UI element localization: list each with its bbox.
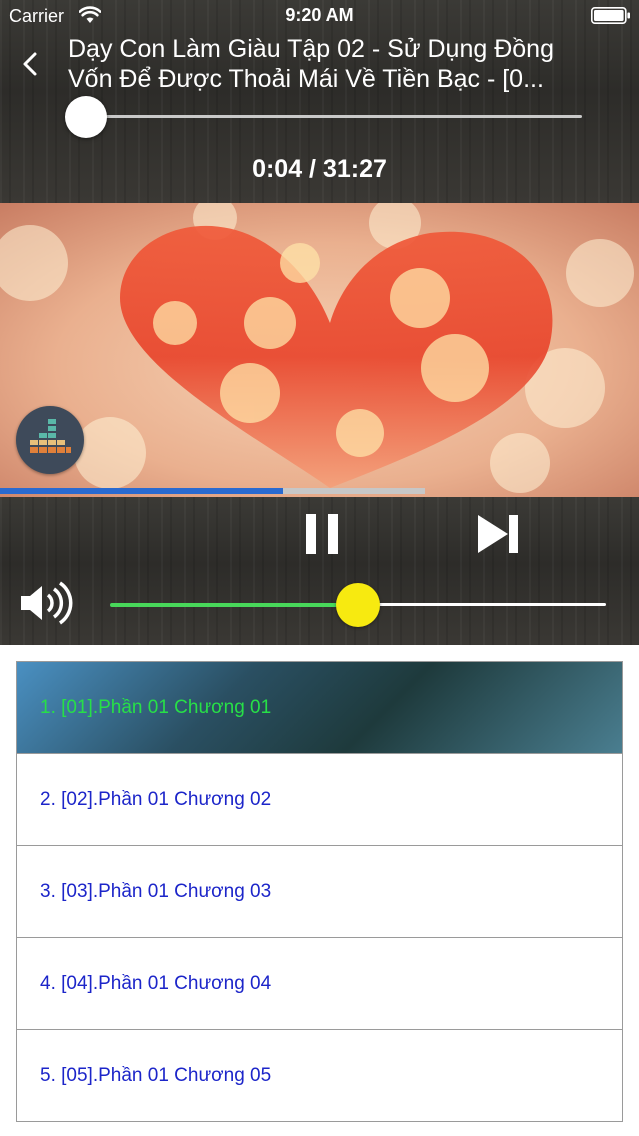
playlist-item-label: 4. [04].Phần 01 Chương 04 — [40, 973, 272, 994]
skip-next-button[interactable] — [476, 513, 522, 555]
track-title-line-2: Vốn Để Được Thoải Mái Về Tiền Bạc - [0..… — [68, 65, 544, 93]
seek-slider[interactable] — [86, 115, 582, 118]
playlist-item[interactable]: 1. [01].Phần 01 Chương 01 — [16, 661, 623, 754]
speaker-icon — [21, 581, 73, 625]
playlist-item[interactable]: 2. [02].Phần 01 Chương 02 — [16, 754, 623, 846]
time-readout: 0:04 / 31:27 — [252, 155, 387, 183]
status-time: 9:20 AM — [285, 5, 354, 25]
equalizer-icon — [30, 419, 71, 453]
playlist-item-label: 1. [01].Phần 01 Chương 01 — [40, 697, 272, 718]
seek-slider-knob[interactable] — [65, 96, 107, 138]
volume-slider-filled[interactable] — [110, 603, 358, 607]
track-title-line-1: Dạy Con Làm Giàu Tập 02 - Sử Dụng Đồng — [68, 35, 554, 63]
playlist: 1. [01].Phần 01 Chương 01 2. [02].Phần 0… — [16, 661, 623, 1122]
playlist-item[interactable]: 5. [05].Phần 01 Chương 05 — [16, 1030, 623, 1122]
buffer-progress-fill — [0, 488, 283, 494]
pause-button[interactable] — [303, 512, 341, 556]
equalizer-button[interactable] — [16, 406, 84, 474]
back-icon[interactable] — [18, 50, 42, 78]
status-bar: Carrier 9:20 AM — [0, 0, 639, 32]
volume-slider-knob[interactable] — [336, 583, 380, 627]
battery-icon — [591, 7, 630, 24]
playlist-item-label: 5. [05].Phần 01 Chương 05 — [40, 1065, 272, 1086]
track-title: Dạy Con Làm Giàu Tập 02 - Sử Dụng Đồng V… — [68, 34, 588, 94]
playlist-item-label: 2. [02].Phần 01 Chương 02 — [40, 789, 272, 810]
album-artwork — [0, 203, 639, 497]
playlist-item-label: 3. [03].Phần 01 Chương 03 — [40, 881, 272, 902]
playlist-item[interactable]: 3. [03].Phần 01 Chương 03 — [16, 846, 623, 938]
buffer-progress-bar — [0, 488, 425, 494]
volume-slider-track[interactable] — [358, 603, 606, 606]
playlist-item[interactable]: 4. [04].Phần 01 Chương 04 — [16, 938, 623, 1030]
